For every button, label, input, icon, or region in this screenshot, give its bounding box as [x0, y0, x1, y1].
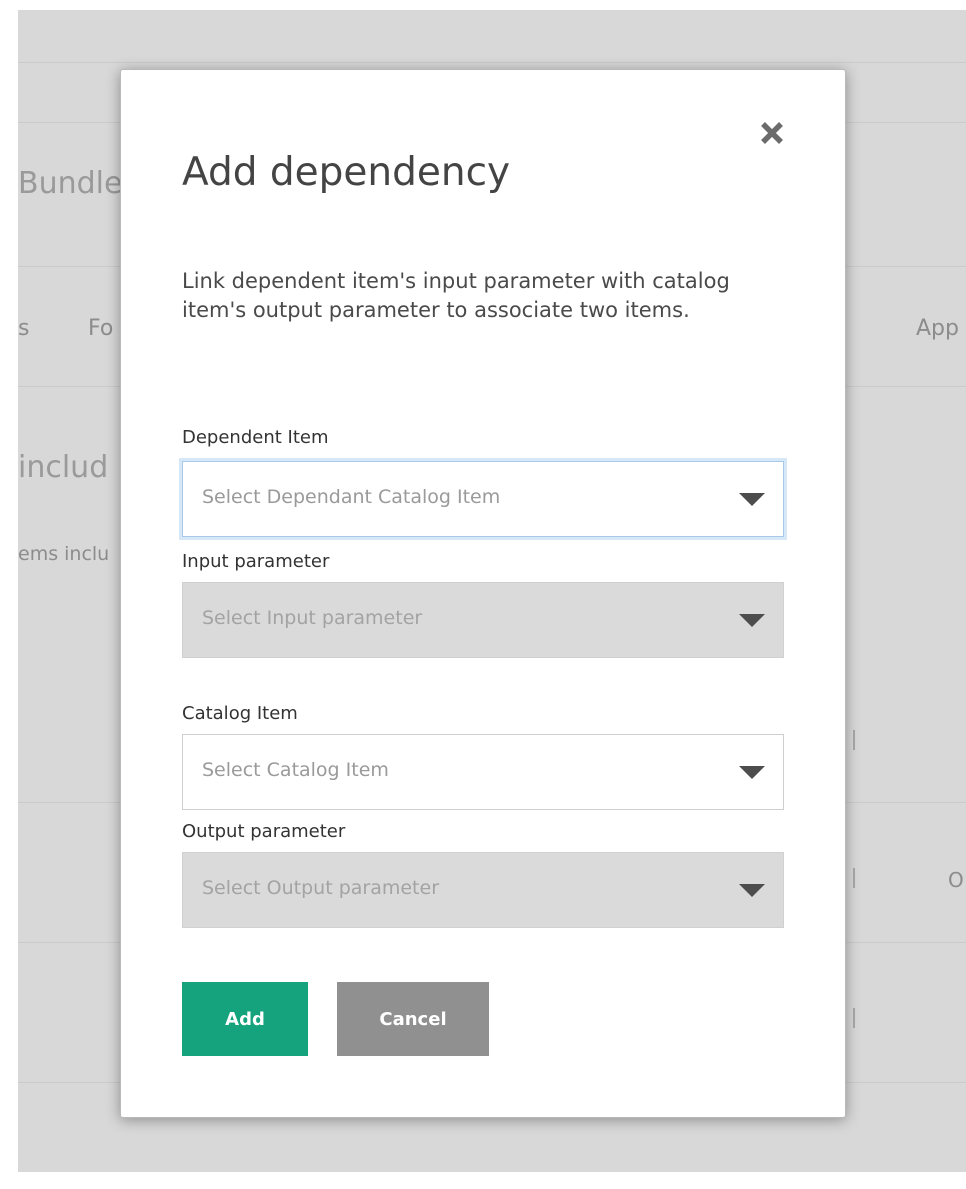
close-button[interactable] — [759, 120, 799, 160]
catalog-item-select[interactable]: Select Catalog Item — [182, 734, 784, 810]
page: Bundle s Fo App includ ems inclu O Add d… — [0, 0, 966, 1189]
dependent-item-select[interactable]: Select Dependant Catalog Item — [182, 461, 784, 537]
close-x-icon — [761, 122, 783, 144]
dependent-item-placeholder: Select Dependant Catalog Item — [202, 486, 501, 508]
caret-down-icon — [739, 884, 765, 897]
caret-down-icon — [739, 614, 765, 627]
dialog-description: Link dependent item's input parameter wi… — [182, 269, 730, 322]
background-tab[interactable]: App — [916, 316, 959, 341]
output-parameter-select: Select Output parameter — [182, 852, 784, 928]
background-section-heading: includ — [18, 450, 109, 485]
catalog-item-label: Catalog Item — [182, 703, 298, 724]
background-column-marker — [853, 730, 855, 750]
background-tab[interactable]: Fo — [88, 316, 113, 341]
caret-down-icon — [739, 766, 765, 779]
output-parameter-placeholder: Select Output parameter — [202, 877, 439, 899]
input-parameter-label: Input parameter — [182, 551, 330, 572]
divider — [18, 62, 966, 63]
input-parameter-placeholder: Select Input parameter — [202, 607, 423, 629]
input-parameter-select: Select Input parameter — [182, 582, 784, 658]
cancel-button[interactable]: Cancel — [337, 982, 489, 1056]
add-button[interactable]: Add — [182, 982, 308, 1056]
background-column-marker — [853, 868, 855, 888]
dependent-item-label: Dependent Item — [182, 427, 329, 448]
catalog-item-placeholder: Select Catalog Item — [202, 759, 389, 781]
background-heading: Bundle — [18, 166, 123, 201]
dialog-title: Add dependency — [182, 150, 511, 195]
background-trailing-text: O — [948, 868, 964, 892]
add-dependency-dialog: Add dependency Link dependent item's inp… — [120, 69, 846, 1118]
background-tab[interactable]: s — [18, 316, 29, 341]
output-parameter-label: Output parameter — [182, 821, 346, 842]
background-column-marker — [853, 1008, 855, 1028]
caret-down-icon — [739, 493, 765, 506]
background-section-subtext: ems inclu — [18, 543, 110, 565]
